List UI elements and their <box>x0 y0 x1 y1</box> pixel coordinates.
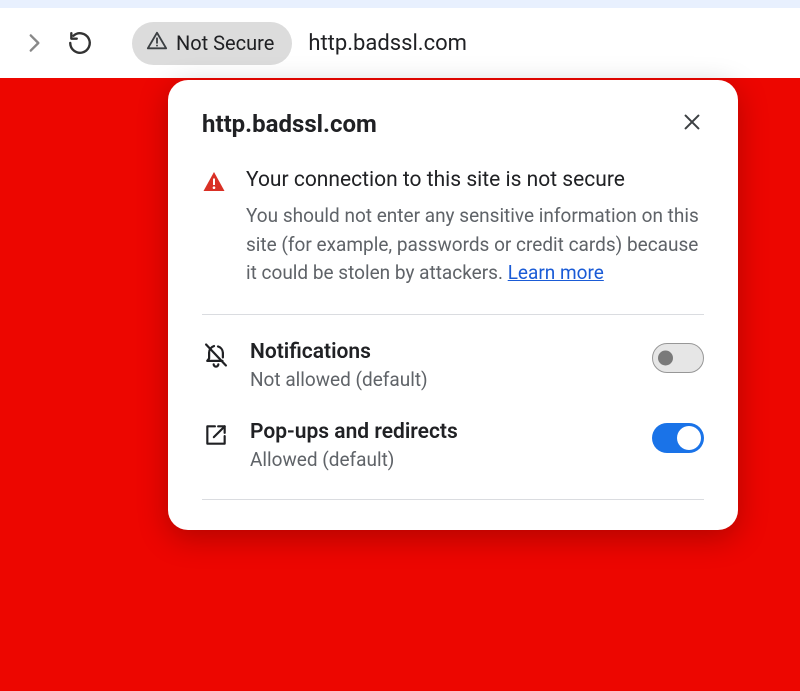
security-heading: Your connection to this site is not secu… <box>246 166 704 194</box>
security-body-text: You should not enter any sensitive infor… <box>246 204 699 284</box>
permission-status: Not allowed (default) <box>250 368 632 391</box>
reload-button[interactable] <box>66 29 94 57</box>
security-chip-label: Not Secure <box>176 31 274 55</box>
browser-toolbar: Not Secure http.badssl.com <box>0 8 800 78</box>
address-bar[interactable]: Not Secure http.badssl.com <box>132 22 780 65</box>
close-button[interactable] <box>680 112 704 136</box>
learn-more-link[interactable]: Learn more <box>508 261 604 284</box>
popover-title: http.badssl.com <box>202 110 377 138</box>
forward-button[interactable] <box>20 29 48 57</box>
divider <box>202 499 704 500</box>
notifications-toggle[interactable] <box>652 343 704 373</box>
notifications-off-icon <box>202 341 230 369</box>
security-section: Your connection to this site is not secu… <box>202 166 704 288</box>
divider <box>202 314 704 315</box>
permission-label: Pop-ups and redirects <box>250 419 632 446</box>
url-text[interactable]: http.badssl.com <box>308 31 467 56</box>
security-body: You should not enter any sensitive infor… <box>246 202 704 288</box>
security-chip[interactable]: Not Secure <box>132 22 292 65</box>
warning-icon <box>146 30 168 57</box>
permission-row-popups: Pop-ups and redirects Allowed (default) <box>202 419 704 471</box>
close-icon <box>681 111 703 137</box>
permission-status: Allowed (default) <box>250 448 632 471</box>
permission-label: Notifications <box>250 339 632 366</box>
popup-redirect-icon <box>202 421 230 449</box>
site-info-popover: http.badssl.com Your connection to this … <box>168 80 738 530</box>
permission-row-notifications: Notifications Not allowed (default) <box>202 339 704 391</box>
popups-toggle[interactable] <box>652 423 704 453</box>
warning-triangle-icon <box>202 170 226 288</box>
